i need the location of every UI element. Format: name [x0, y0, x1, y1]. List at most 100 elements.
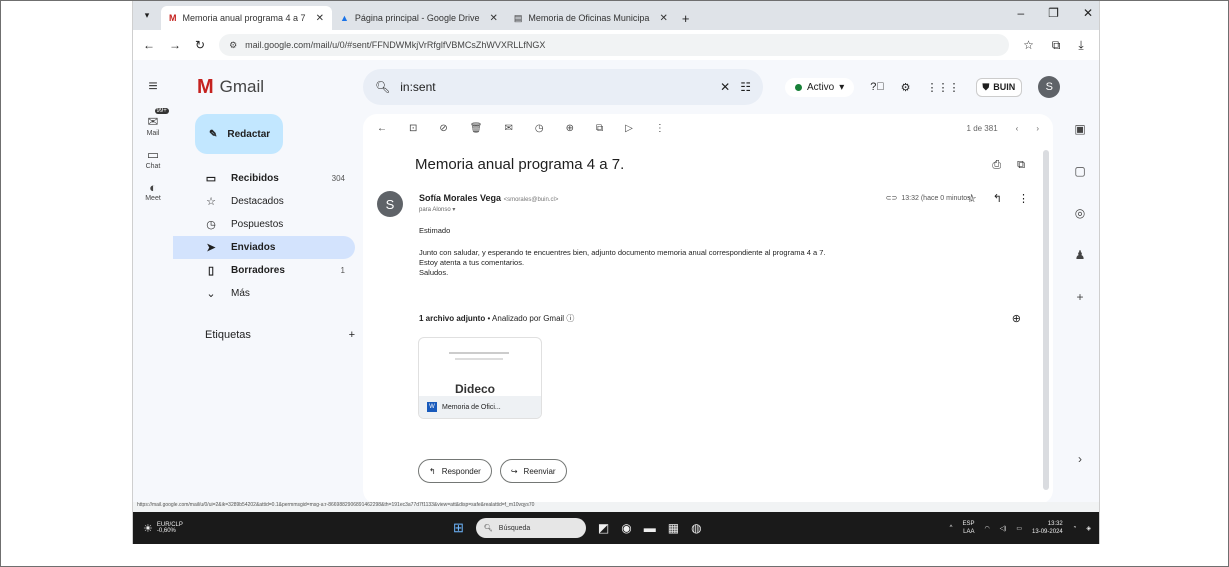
more-vert-icon[interactable]: ⋮ — [1018, 192, 1029, 205]
recipient-text: para Alonso — [419, 207, 451, 213]
contacts-icon[interactable]: ♟ — [1075, 248, 1086, 262]
pencil-icon: ✎ — [209, 128, 218, 140]
reply-button[interactable]: ↰ Responder — [418, 459, 492, 483]
search-bar[interactable]: 🔍︎ in:sent ✕ ☷ — [363, 69, 763, 105]
back-arrow-icon[interactable]: ← — [143, 38, 155, 52]
apps-grid-icon[interactable]: ⋮⋮⋮ — [927, 81, 960, 94]
main-menu-icon[interactable]: ≡ — [133, 78, 173, 96]
tab-drive[interactable]: ▲ Página principal - Google Drive ✕ — [332, 6, 506, 30]
close-tab-icon[interactable]: ✕ — [316, 13, 324, 24]
search-input[interactable]: in:sent — [400, 80, 710, 94]
tasks-icon[interactable]: ◎ — [1075, 206, 1085, 220]
chart-icon: ☀ — [143, 522, 153, 535]
search-icon[interactable]: 🔍︎ — [375, 80, 390, 94]
chat-icon: ▭ — [146, 147, 160, 162]
scrollbar[interactable] — [1043, 150, 1049, 490]
tab-memoria-doc[interactable]: ▤ Memoria de Oficinas Municipa ✕ — [506, 6, 676, 30]
next-icon[interactable]: › — [1036, 124, 1039, 133]
more-vert-icon[interactable]: ⋮ — [655, 123, 665, 134]
attachment-clip-icon: ⊂⊃ — [885, 195, 898, 202]
nav-item-count: 304 — [331, 174, 345, 183]
delete-icon[interactable]: 🗑︎ — [470, 123, 483, 134]
page-frame: ▾ M Memoria anual programa 4 a 7 ✕ ▲ Pág… — [0, 0, 1229, 567]
compose-button[interactable]: ✎ Redactar — [195, 114, 283, 154]
close-tab-icon[interactable]: ✕ — [659, 13, 667, 24]
star-icon[interactable]: ☆ — [967, 192, 977, 205]
nav-item-inbox[interactable]: ▭ Recibidos 304 — [173, 167, 355, 190]
add-label-icon[interactable]: + — [349, 329, 355, 341]
nav-item-drafts[interactable]: ▯ Borradores 1 — [173, 259, 355, 282]
gmail-logo[interactable]: M Gmail — [173, 76, 363, 99]
copilot-icon[interactable]: ◈ — [1086, 525, 1091, 532]
print-icon[interactable]: ⎙ — [992, 159, 1001, 172]
account-avatar[interactable]: S — [1038, 76, 1061, 98]
keep-icon[interactable]: ▢ — [1074, 164, 1085, 178]
org-badge[interactable]: ⛊ BUIN — [975, 77, 1023, 97]
rail-mail[interactable]: ✉ 99+ Mail — [133, 108, 173, 137]
download-icon[interactable]: ⤓ — [1078, 38, 1083, 53]
language-indicator[interactable]: ESP LAA — [962, 520, 974, 536]
time-text: 13:32 (hace 0 minutos) — [901, 194, 973, 202]
settings-gear-icon[interactable]: ⚙ — [901, 81, 911, 94]
archive-icon[interactable]: ⊡ — [409, 123, 417, 134]
wifi-icon[interactable]: ◠ — [985, 525, 990, 532]
nav-item-sent[interactable]: ➤ Enviados — [173, 236, 355, 259]
taskbar-search[interactable]: 🔍︎ Búsqueda — [475, 518, 586, 538]
status-selector[interactable]: Activo ▾ — [785, 77, 855, 97]
new-tab-button[interactable]: + — [676, 6, 696, 30]
file-explorer-icon[interactable]: ▬ — [644, 521, 656, 535]
forward-arrow-icon[interactable]: → — [169, 38, 181, 52]
attachment-card[interactable]: Dideco W Memoria de Ofici... — [418, 337, 542, 419]
store-icon[interactable]: ▦ — [668, 521, 679, 535]
drive-favicon: ▲ — [339, 13, 349, 23]
minimize-icon[interactable]: – — [1017, 6, 1024, 20]
search-options-icon[interactable]: ☷ — [740, 80, 751, 94]
windows-start-icon[interactable]: ⊞ — [453, 520, 464, 536]
add-to-drive-icon[interactable]: ⊕ — [1012, 312, 1021, 325]
bookmark-star-icon[interactable]: ☆ — [1023, 38, 1034, 53]
volume-icon[interactable]: ◁) — [1000, 525, 1007, 532]
move-to-icon[interactable]: ⧉ — [596, 123, 603, 134]
nav-item-label: Destacados — [231, 196, 284, 207]
add-addon-icon[interactable]: + — [1076, 290, 1083, 304]
chevron-up-icon[interactable]: ^ — [950, 525, 953, 531]
clock-date: 13-09-2024 — [1032, 529, 1063, 535]
clear-search-icon[interactable]: ✕ — [720, 80, 730, 94]
maximize-icon[interactable]: ❐ — [1048, 6, 1059, 20]
notification-bell-icon[interactable]: ◔ — [1073, 525, 1077, 531]
rail-meet[interactable]: ◐ Meet — [133, 180, 173, 202]
previous-icon[interactable]: ‹ — [1016, 124, 1019, 133]
extensions-icon[interactable]: ⧉ — [1052, 38, 1061, 53]
rail-chat[interactable]: ▭ Chat — [133, 147, 173, 170]
site-info-icon[interactable]: ⚙ — [229, 40, 237, 51]
clock[interactable]: 13:32 13-09-2024 — [1032, 520, 1063, 536]
snooze-icon[interactable]: ◷ — [535, 123, 544, 134]
tab-gmail[interactable]: M Memoria anual programa 4 a 7 ✕ — [161, 6, 332, 30]
nav-item-more[interactable]: ⌄ Más — [173, 282, 355, 305]
chrome-icon[interactable]: ◍ — [691, 521, 701, 535]
battery-icon[interactable]: ▭ — [1016, 525, 1022, 532]
widget-ticker[interactable]: ☀ EUR/CLP -0,60% — [133, 522, 453, 535]
calendar-icon[interactable]: ▣ — [1074, 122, 1085, 136]
recipient-line[interactable]: para Alonso ▾ — [419, 206, 455, 213]
nav-item-starred[interactable]: ☆ Destacados — [173, 190, 355, 213]
back-arrow-icon[interactable]: ← — [377, 123, 387, 134]
reload-icon[interactable]: ↻ — [195, 38, 205, 52]
edge-icon[interactable]: ◉ — [621, 521, 631, 535]
help-icon[interactable]: ?⃝ — [870, 81, 884, 93]
tab-search-icon[interactable]: ▾ — [133, 1, 161, 30]
forward-button[interactable]: ↪ Reenviar — [499, 459, 567, 483]
address-bar[interactable]: ⚙ mail.google.com/mail/u/0/#sent/FFNDWMk… — [219, 34, 1010, 56]
nav-item-snoozed[interactable]: ◷ Pospuestos — [173, 213, 355, 236]
task-view-icon[interactable]: ◩ — [598, 521, 609, 535]
expand-panel-icon[interactable]: › — [1078, 452, 1082, 466]
close-window-icon[interactable]: ✕ — [1083, 6, 1093, 20]
report-spam-icon[interactable]: ⊘ — [439, 123, 447, 134]
open-new-window-icon[interactable]: ⧉ — [1017, 159, 1025, 172]
mark-unread-icon[interactable]: ✉ — [504, 123, 512, 134]
close-tab-icon[interactable]: ✕ — [489, 13, 497, 24]
info-icon[interactable]: ⓘ — [566, 314, 574, 323]
label-icon[interactable]: ▷ — [625, 123, 633, 134]
add-task-icon[interactable]: ⊕ — [566, 123, 574, 134]
reply-icon[interactable]: ↰ — [993, 192, 1002, 205]
